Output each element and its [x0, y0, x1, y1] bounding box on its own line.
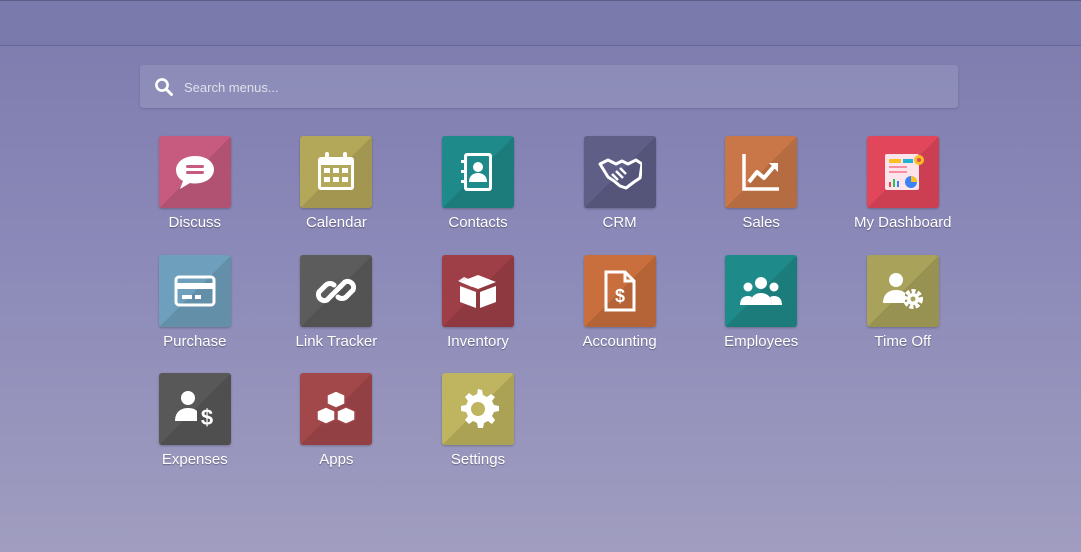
settings-tile[interactable]: [441, 373, 514, 446]
app-label: Apps: [319, 451, 354, 469]
app-my-dashboard[interactable]: My Dashboard: [832, 136, 974, 255]
apps-tile[interactable]: [300, 373, 373, 446]
crm-tile[interactable]: [583, 136, 656, 208]
app-label: Discuss: [168, 214, 222, 231]
app-discuss[interactable]: Discuss: [124, 136, 266, 255]
app-label: Expenses: [161, 451, 228, 469]
app-label: Calendar: [305, 214, 367, 231]
app-label: Inventory: [447, 332, 509, 350]
users-icon: [740, 276, 783, 305]
svg-text:$: $: [201, 405, 213, 430]
credit-card-icon: [174, 275, 216, 307]
app-crm[interactable]: CRM: [549, 136, 691, 255]
invoice-dollar-icon: $: [604, 270, 636, 312]
handshake-icon: [598, 158, 642, 190]
expenses-tile[interactable]: $: [158, 373, 231, 446]
link-icon: [316, 278, 357, 303]
calendar-tile[interactable]: [300, 136, 373, 208]
app-time-off[interactable]: Time Off: [832, 254, 974, 374]
app-contacts[interactable]: Contacts: [407, 136, 549, 255]
top-navbar: [0, 0, 1081, 46]
employees-tile[interactable]: [725, 254, 798, 327]
app-settings[interactable]: Settings: [407, 373, 549, 492]
app-purchase[interactable]: Purchase: [124, 254, 266, 374]
app-label: Settings: [450, 451, 506, 469]
link-tracker-tile[interactable]: [300, 254, 373, 327]
purchase-tile[interactable]: [158, 254, 231, 327]
app-accounting[interactable]: $ Accounting: [549, 254, 691, 374]
calendar-icon: [318, 152, 355, 190]
app-label: CRM: [602, 214, 637, 231]
cubes-icon: [316, 390, 357, 426]
contacts-tile[interactable]: [441, 136, 514, 208]
gear-icon: [460, 389, 499, 429]
svg-text:$: $: [615, 286, 625, 306]
discuss-tile[interactable]: [158, 136, 231, 208]
app-employees[interactable]: Employees: [690, 254, 832, 374]
app-grid: Discuss Calendar Contacts CRM Sales My Dashbo…: [124, 136, 974, 492]
chart-trend-icon: [742, 154, 780, 191]
user-gear-icon: [882, 272, 923, 309]
app-label: Sales: [742, 214, 780, 231]
app-calendar[interactable]: Calendar: [266, 136, 408, 255]
app-label: Accounting: [582, 332, 657, 350]
app-label: Time Off: [874, 332, 932, 350]
app-label: Link Tracker: [295, 332, 378, 350]
sales-tile[interactable]: [725, 136, 798, 208]
app-link-tracker[interactable]: Link Tracker: [266, 254, 408, 374]
inventory-tile[interactable]: [441, 254, 514, 327]
search-input[interactable]: [182, 65, 946, 110]
accounting-tile[interactable]: $: [583, 254, 656, 327]
my-dashboard-tile[interactable]: [866, 136, 939, 208]
search-icon: [155, 78, 173, 96]
address-book-icon: [460, 153, 492, 191]
app-expenses[interactable]: $ Expenses: [124, 373, 266, 492]
app-label: My Dashboard: [853, 214, 952, 231]
app-inventory[interactable]: Inventory: [407, 254, 549, 374]
dashboard-icon: [884, 154, 924, 190]
user-dollar-icon: $: [174, 391, 213, 430]
box-icon: [457, 274, 496, 308]
app-label: Contacts: [448, 214, 508, 231]
chat-bubble-icon: [175, 156, 214, 189]
app-apps[interactable]: Apps: [266, 373, 408, 492]
app-label: Purchase: [163, 332, 227, 350]
app-label: Employees: [724, 332, 799, 350]
search-bar[interactable]: [140, 65, 958, 110]
time-off-tile[interactable]: [866, 254, 939, 327]
app-sales[interactable]: Sales: [690, 136, 832, 255]
